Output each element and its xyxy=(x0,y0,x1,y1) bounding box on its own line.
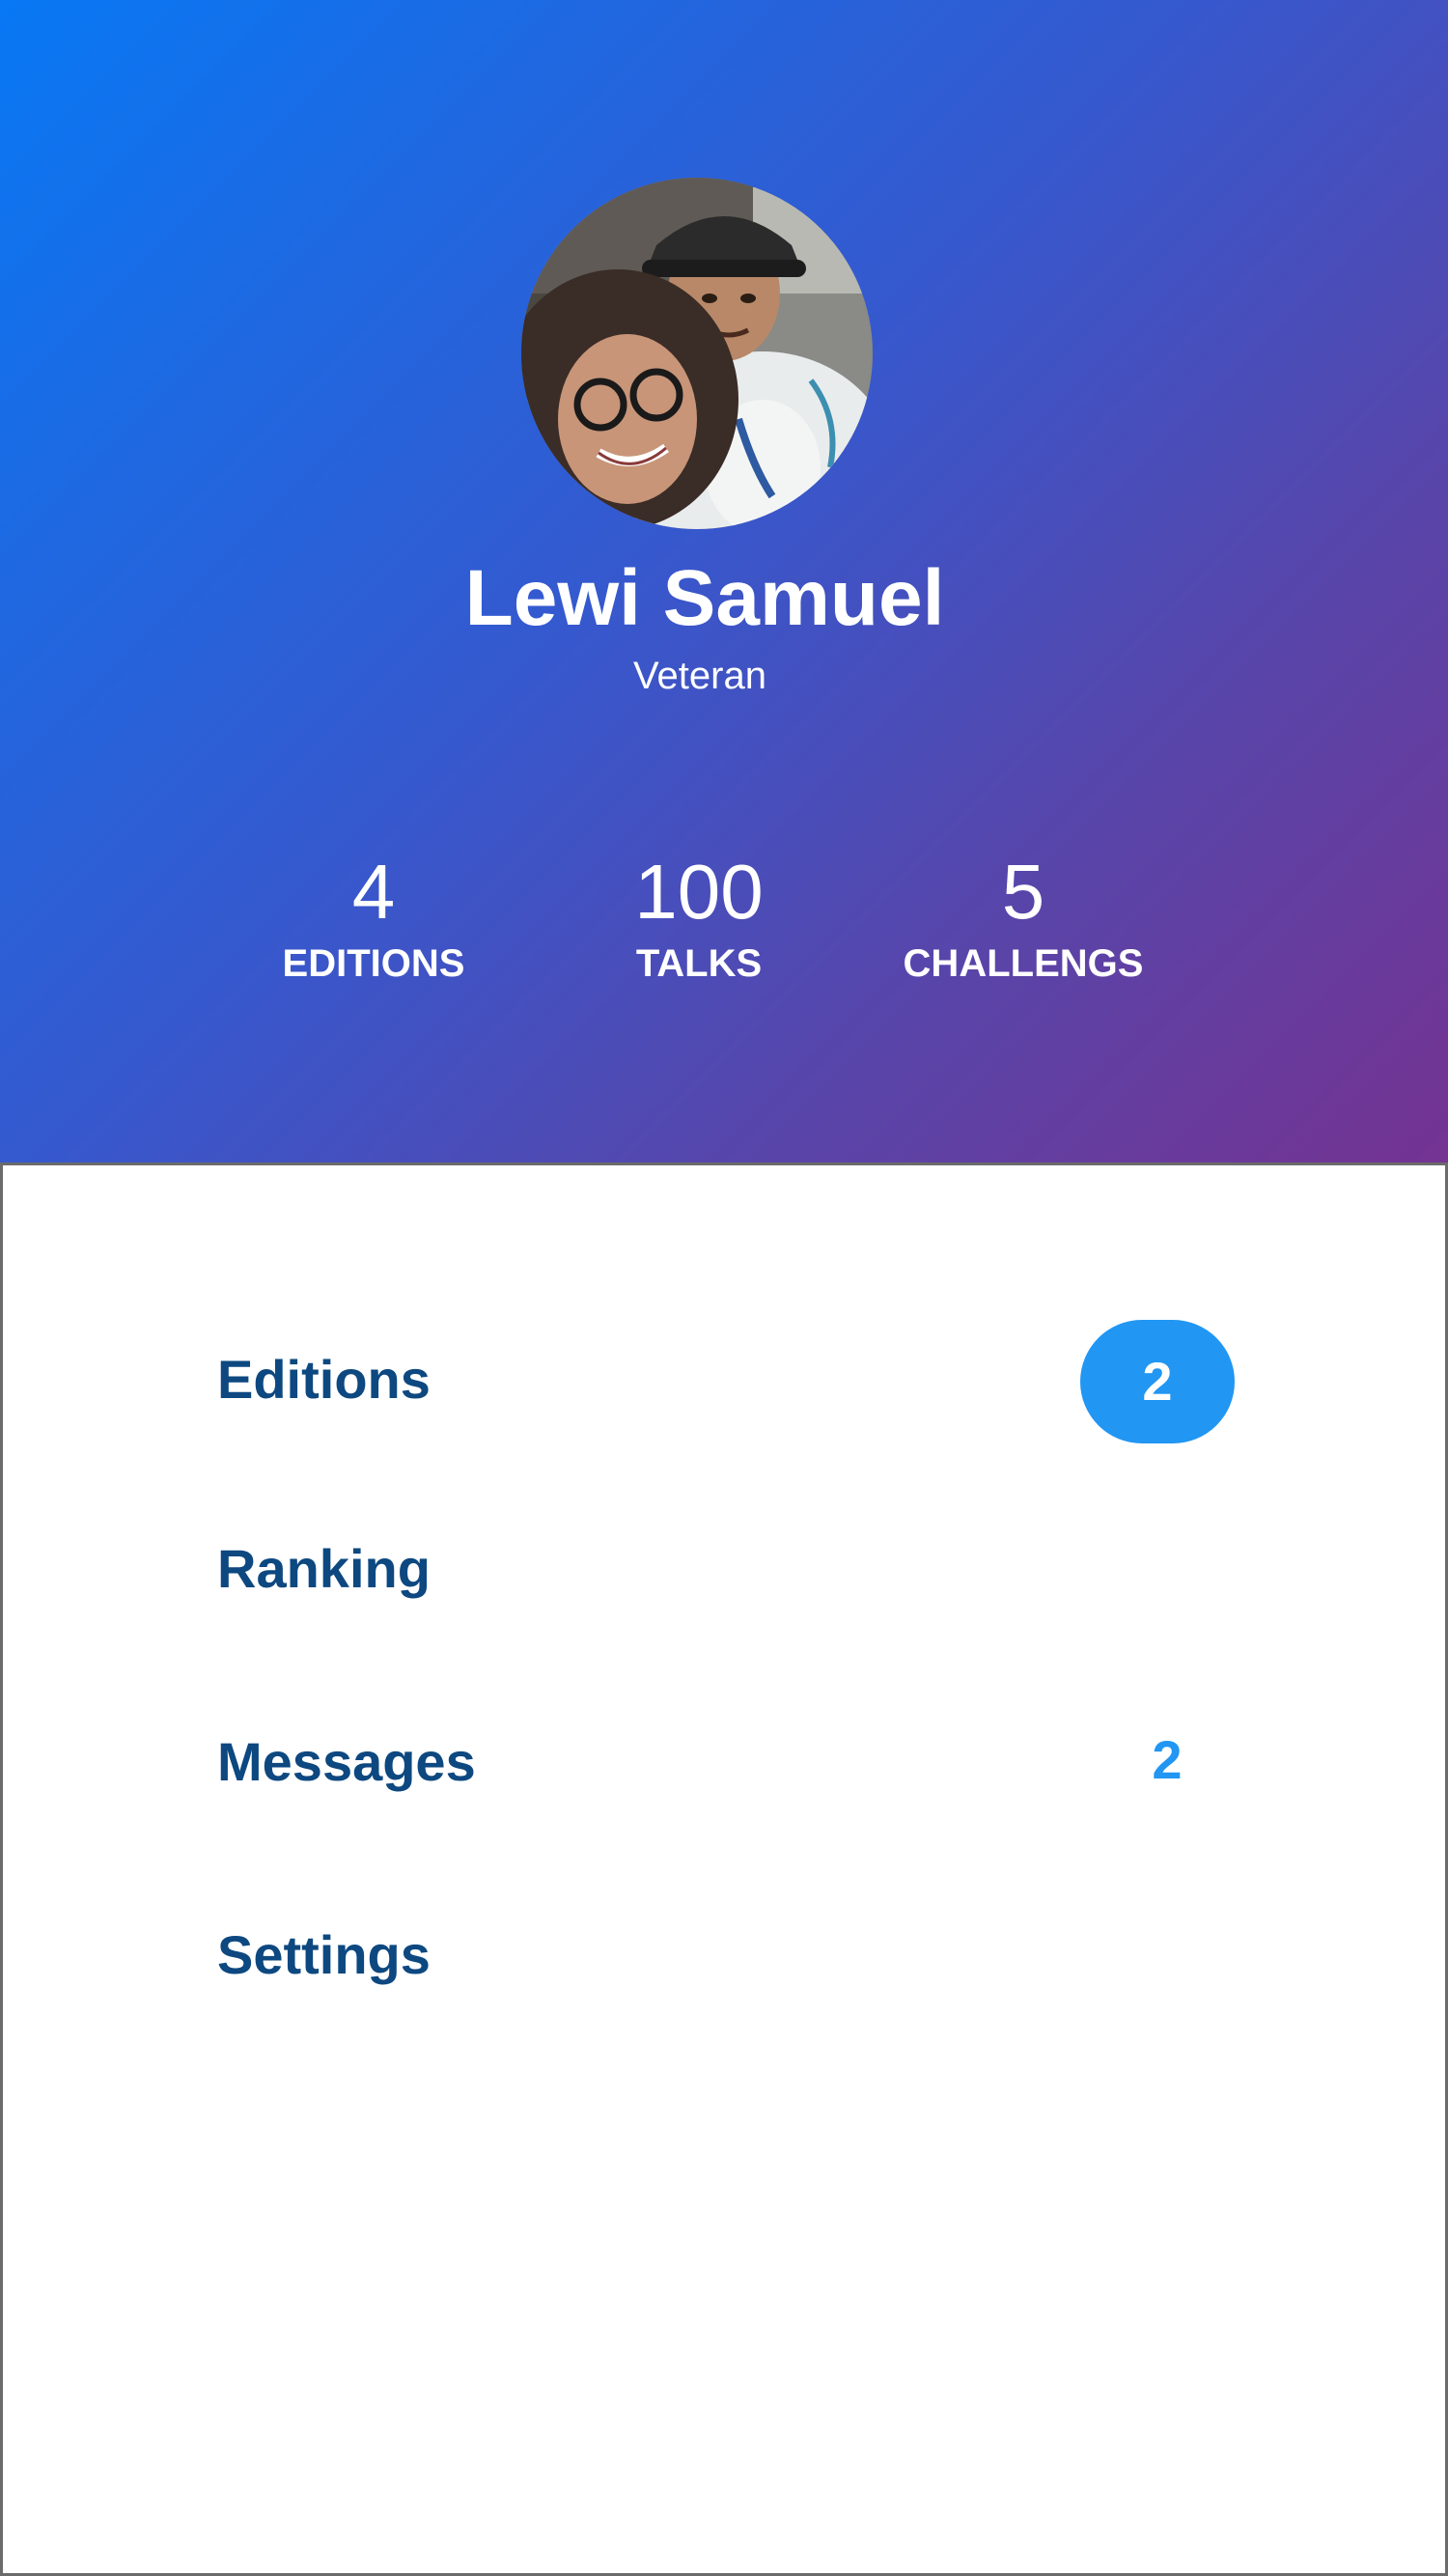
stat-label: CHALLENGS xyxy=(903,942,1144,985)
stat-talks: 100 TALKS xyxy=(544,846,853,987)
editions-count-badge: 2 xyxy=(1080,1320,1235,1443)
stat-label: TALKS xyxy=(635,942,763,985)
menu-item-ranking[interactable]: Ranking xyxy=(217,1509,1260,1625)
menu-item-label: Editions xyxy=(217,1349,431,1410)
avatar-photo xyxy=(521,178,873,529)
messages-count: 2 xyxy=(1152,1729,1183,1790)
profile-name: Lewi Samuel xyxy=(464,554,945,642)
menu-item-label: Ranking xyxy=(217,1538,431,1599)
menu-panel: Editions 2 Ranking Messages 2 Settings xyxy=(0,1162,1448,2576)
menu-item-label: Messages xyxy=(217,1731,476,1792)
profile-header: Lewi Samuel Veteran 4 EDITIONS 100 TALKS… xyxy=(0,0,1448,1162)
stat-value: 100 xyxy=(634,849,764,935)
profile-rank: Veteran xyxy=(633,655,766,697)
menu-item-messages[interactable]: Messages 2 xyxy=(217,1702,1260,1818)
avatar[interactable] xyxy=(521,178,873,529)
stat-value: 4 xyxy=(351,849,396,935)
menu-item-editions[interactable]: Editions 2 xyxy=(217,1320,1260,1443)
stat-challenges: 5 CHALLENGS xyxy=(869,846,1178,987)
stat-label: EDITIONS xyxy=(282,942,465,985)
stat-value: 5 xyxy=(1001,849,1045,935)
menu-item-settings[interactable]: Settings xyxy=(217,1895,1260,2011)
menu-item-label: Settings xyxy=(217,1924,431,1985)
stat-editions: 4 EDITIONS xyxy=(219,846,528,987)
